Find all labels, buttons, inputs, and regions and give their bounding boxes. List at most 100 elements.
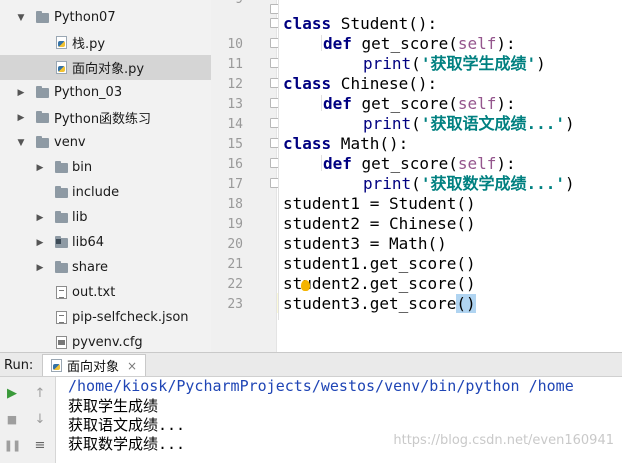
tree-item-pyvenv-cfg[interactable]: pyvenv.cfg xyxy=(0,330,211,352)
expand-arrow-icon[interactable]: ▶ xyxy=(35,263,45,273)
tree-item-out-txt[interactable]: out.txt xyxy=(0,280,211,305)
line-number: 9 xyxy=(217,0,243,7)
tree-item-python-functions[interactable]: ▶ Python函数练习 xyxy=(0,105,211,130)
code-text: Math(): xyxy=(331,134,409,153)
tree-item-label: lib xyxy=(72,210,88,225)
tree-item-label: pip-selfcheck.json xyxy=(72,310,189,325)
lightbulb-icon[interactable] xyxy=(301,280,310,291)
config-file-icon xyxy=(56,336,67,349)
folder-icon xyxy=(36,10,49,23)
tree-item-label: 栈.py xyxy=(72,37,106,52)
tree-item-pip-selfcheck[interactable]: pip-selfcheck.json xyxy=(0,305,211,330)
folder-icon xyxy=(55,210,68,223)
folder-icon xyxy=(55,160,68,173)
tree-item-label: lib64 xyxy=(72,235,105,250)
tree-item-lib[interactable]: ▶ lib xyxy=(0,205,211,230)
keyword: class xyxy=(283,14,332,33)
code-line: print('获取语文成绩...') xyxy=(363,114,575,134)
console-line: /home/kiosk/PycharmProjects/westos/venv/… xyxy=(68,377,574,395)
expand-arrow-icon[interactable]: ▶ xyxy=(35,213,45,223)
line-number: 11 xyxy=(227,57,243,72)
code-text: get_score( xyxy=(351,154,458,173)
soft-wrap-icon[interactable]: ≡ xyxy=(32,437,48,453)
tree-item-include[interactable]: include xyxy=(0,180,211,205)
tree-item-lib64[interactable]: ▶ lib64 xyxy=(0,230,211,255)
line-number: 14 xyxy=(227,117,243,132)
stop-icon[interactable]: ■ xyxy=(4,411,20,427)
scroll-down-icon[interactable]: ↓ xyxy=(32,411,48,427)
python-file-icon xyxy=(56,36,67,49)
tree-item-venv[interactable]: ▼ venv xyxy=(0,130,211,155)
tree-item-label: 面向对象.py xyxy=(72,62,145,77)
line-number: 21 xyxy=(227,257,243,272)
rerun-icon[interactable]: ▶ xyxy=(4,385,20,401)
pause-icon[interactable]: ❚❚ xyxy=(4,437,21,453)
code-line: student1.get_score() xyxy=(283,254,476,273)
code-line: print('获取数学成绩...') xyxy=(363,174,575,194)
code-line: student3 = Math() xyxy=(283,234,447,253)
expand-arrow-icon[interactable]: ▶ xyxy=(16,88,26,98)
tree-item-label: share xyxy=(72,260,109,275)
code-text: student3.get_score xyxy=(283,294,457,313)
run-console[interactable]: /home/kiosk/PycharmProjects/westos/venv/… xyxy=(56,377,622,463)
python-file-icon xyxy=(51,359,62,372)
tree-item-bin[interactable]: ▶ bin xyxy=(0,155,211,180)
python-file-icon xyxy=(56,61,67,74)
tree-item-stack-py[interactable]: 栈.py xyxy=(0,30,211,55)
code-text: ): xyxy=(496,34,516,53)
close-icon[interactable]: × xyxy=(127,359,137,373)
code-text: ( xyxy=(411,114,421,133)
line-number: 22 xyxy=(227,277,243,292)
run-label: Run: xyxy=(4,358,34,373)
project-tree: ▼ Python07 栈.py 面向对象.py ▶ Python_03 ▶ Py… xyxy=(0,0,211,352)
self-keyword: self xyxy=(457,34,497,53)
text-file-icon xyxy=(56,286,67,299)
tree-item-label: Python函数练习 xyxy=(54,112,152,127)
line-number: 20 xyxy=(227,237,243,252)
run-tab[interactable]: 面向对象 × xyxy=(42,354,147,376)
folder-icon xyxy=(55,260,68,273)
string-literal: '获取数学成绩...' xyxy=(420,174,565,193)
code-text: Student(): xyxy=(331,14,438,33)
string-literal: '获取语文成绩...' xyxy=(420,114,565,133)
text-file-icon xyxy=(56,311,67,324)
line-number: 17 xyxy=(227,177,243,192)
tree-item-share[interactable]: ▶ share xyxy=(0,255,211,280)
keyword: class xyxy=(283,134,332,153)
line-number: 23 xyxy=(227,297,243,312)
keyword: def xyxy=(323,154,352,173)
scroll-up-icon[interactable]: ↑ xyxy=(32,385,48,401)
editor-gutter[interactable]: 9 10 11 12 13 14 15 16 17 18 19 20 21 22… xyxy=(211,0,279,352)
line-number: 18 xyxy=(227,197,243,212)
code-line: class Math(): xyxy=(283,134,408,154)
indent-guide xyxy=(321,155,322,171)
folder-icon xyxy=(55,185,68,198)
run-tab-label: 面向对象 xyxy=(67,360,120,375)
code-text: ) xyxy=(564,174,575,193)
tree-item-oop-py[interactable]: 面向对象.py xyxy=(0,55,211,80)
self-keyword: self xyxy=(457,94,497,113)
line-number: 10 xyxy=(227,37,243,52)
code-line: class Student(): xyxy=(283,14,437,34)
expand-arrow-icon[interactable]: ▼ xyxy=(16,13,26,23)
expand-arrow-icon[interactable]: ▼ xyxy=(16,138,26,148)
tree-item-label: out.txt xyxy=(72,285,116,300)
code-line: student2.get_score() xyxy=(283,274,476,293)
builtin: print xyxy=(363,54,412,73)
code-line: student1 = Student() xyxy=(283,194,476,213)
expand-arrow-icon[interactable]: ▶ xyxy=(35,238,45,248)
tree-item-python07[interactable]: ▼ Python07 xyxy=(0,5,211,30)
indent-guide xyxy=(321,35,322,51)
code-editor[interactable]: class Student(): def get_score( self): pr… xyxy=(278,0,622,352)
code-line: student2 = Chinese() xyxy=(283,214,476,233)
tree-item-python03[interactable]: ▶ Python_03 xyxy=(0,80,211,105)
code-line: class Chinese(): xyxy=(283,74,437,94)
expand-arrow-icon[interactable]: ▶ xyxy=(16,113,26,123)
expand-arrow-icon[interactable]: ▶ xyxy=(35,163,45,173)
keyword: def xyxy=(323,94,352,113)
tree-item-label: venv xyxy=(54,135,86,150)
code-text: ( xyxy=(411,174,421,193)
line-number: 12 xyxy=(227,77,243,92)
indent-guide xyxy=(278,0,279,320)
run-toolbar: ▶ ↑ ■ ↓ ❚❚ ≡ xyxy=(0,377,56,463)
